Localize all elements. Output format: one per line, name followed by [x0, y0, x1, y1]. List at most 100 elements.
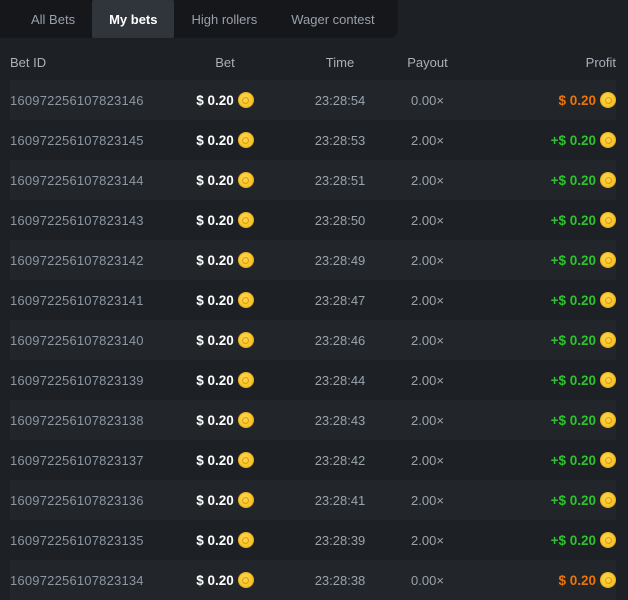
payout-cell: 0.00× [390, 573, 465, 588]
bet-amount: $ 0.20 [196, 93, 234, 108]
time-cell: 23:28:39 [290, 533, 390, 548]
payout-cell: 2.00× [390, 373, 465, 388]
bet-amount: $ 0.20 [196, 253, 234, 268]
tab-bar: All BetsMy betsHigh rollersWager contest [0, 0, 398, 38]
bet-id-cell: 160972256107823143 [10, 213, 160, 228]
bet-amount: $ 0.20 [196, 173, 234, 188]
payout-cell: 2.00× [390, 413, 465, 428]
coin-icon [600, 132, 616, 148]
bet-amount: $ 0.20 [196, 533, 234, 548]
table-row[interactable]: 160972256107823142$ 0.2023:28:492.00×+$ … [10, 240, 616, 280]
bet-id-cell: 160972256107823138 [10, 413, 160, 428]
profit-amount: +$ 0.20 [551, 293, 596, 308]
coin-icon [238, 252, 254, 268]
tab-all-bets[interactable]: All Bets [14, 0, 92, 38]
profit-amount: +$ 0.20 [551, 253, 596, 268]
tab-wager-contest[interactable]: Wager contest [274, 0, 391, 38]
table-row[interactable]: 160972256107823143$ 0.2023:28:502.00×+$ … [10, 200, 616, 240]
coin-icon [600, 212, 616, 228]
time-cell: 23:28:49 [290, 253, 390, 268]
bet-amount-cell: $ 0.20 [160, 92, 290, 108]
coin-icon [600, 492, 616, 508]
profit-cell: +$ 0.20 [465, 492, 616, 508]
bet-id-cell: 160972256107823139 [10, 373, 160, 388]
coin-icon [238, 372, 254, 388]
coin-icon [238, 92, 254, 108]
profit-cell: $ 0.20 [465, 92, 616, 108]
profit-amount: +$ 0.20 [551, 173, 596, 188]
time-cell: 23:28:41 [290, 493, 390, 508]
profit-amount: $ 0.20 [558, 93, 596, 108]
profit-amount: +$ 0.20 [551, 493, 596, 508]
bet-amount: $ 0.20 [196, 293, 234, 308]
coin-icon [600, 92, 616, 108]
bet-id-cell: 160972256107823144 [10, 173, 160, 188]
bet-amount: $ 0.20 [196, 213, 234, 228]
bet-amount-cell: $ 0.20 [160, 252, 290, 268]
bet-amount-cell: $ 0.20 [160, 452, 290, 468]
coin-icon [238, 572, 254, 588]
coin-icon [238, 532, 254, 548]
bet-amount: $ 0.20 [196, 493, 234, 508]
profit-amount: +$ 0.20 [551, 453, 596, 468]
table-row[interactable]: 160972256107823136$ 0.2023:28:412.00×+$ … [10, 480, 616, 520]
profit-cell: +$ 0.20 [465, 132, 616, 148]
bet-id-cell: 160972256107823145 [10, 133, 160, 148]
table-row[interactable]: 160972256107823144$ 0.2023:28:512.00×+$ … [10, 160, 616, 200]
time-cell: 23:28:53 [290, 133, 390, 148]
table-row[interactable]: 160972256107823139 $ 0.20 23:28:442.00× +$ … [10, 360, 616, 400]
time-cell: 23:28:42 [290, 453, 390, 468]
payout-cell: 2.00× [390, 133, 465, 148]
table-body: 160972256107823146$ 0.2023:28:540.00×$ 0… [10, 80, 616, 600]
bet-amount-cell: $ 0.20 [160, 212, 290, 228]
bet-id-cell: 160972256107823140 [10, 333, 160, 348]
bet-amount-cell: $ 0.20 [160, 172, 290, 188]
profit-cell: +$ 0.20 [465, 452, 616, 468]
profit-amount: +$ 0.20 [551, 373, 596, 388]
table-row[interactable]: 160972256107823145$ 0.2023:28:532.00×+$ … [10, 120, 616, 160]
coin-icon [600, 452, 616, 468]
bet-amount-cell: $ 0.20 [160, 412, 290, 428]
coin-icon [238, 212, 254, 228]
table-row[interactable]: 160972256107823146$ 0.2023:28:540.00×$ 0… [10, 80, 616, 120]
coin-icon [600, 172, 616, 188]
bet-amount: $ 0.20 [196, 413, 234, 428]
profit-cell: +$ 0.20 [465, 372, 616, 388]
table-row[interactable]: 160972256107823134$ 0.2023:28:380.00×$ 0… [10, 560, 616, 600]
bet-amount: $ 0.20 [196, 373, 234, 388]
column-header-payout: Payout [390, 55, 465, 70]
coin-icon [238, 132, 254, 148]
tab-high-rollers[interactable]: High rollers [174, 0, 274, 38]
payout-cell: 2.00× [390, 253, 465, 268]
time-cell: 23:28:44 [290, 373, 390, 388]
bet-amount: $ 0.20 [196, 453, 234, 468]
coin-icon [238, 172, 254, 188]
tab-my-bets[interactable]: My bets [92, 0, 174, 38]
profit-amount: +$ 0.20 [551, 213, 596, 228]
bet-amount: $ 0.20 [196, 573, 234, 588]
table-row[interactable]: 160972256107823137$ 0.2023:28:422.00×+$ … [10, 440, 616, 480]
profit-amount: +$ 0.20 [551, 413, 596, 428]
payout-cell: 2.00× [390, 533, 465, 548]
profit-cell: +$ 0.20 [465, 212, 616, 228]
payout-cell: 0.00× [390, 93, 465, 108]
profit-amount: $ 0.20 [558, 573, 596, 588]
profit-amount: +$ 0.20 [551, 133, 596, 148]
table-row[interactable]: 160972256107823135$ 0.2023:28:392.00×+$ … [10, 520, 616, 560]
coin-icon [238, 452, 254, 468]
bet-id-cell: 160972256107823141 [10, 293, 160, 308]
table-row[interactable]: 160972256107823141$ 0.2023:28:472.00×+$ … [10, 280, 616, 320]
time-cell: 23:28:43 [290, 413, 390, 428]
table-header-row: Bet ID Bet Time Payout Profit [10, 44, 616, 80]
coin-icon [600, 252, 616, 268]
coin-icon [600, 372, 616, 388]
bet-amount-cell: $ 0.20 [160, 332, 290, 348]
coin-icon [600, 532, 616, 548]
table-row[interactable]: 160972256107823138 $ 0.20 23:28:432.00× +$ … [10, 400, 616, 440]
time-cell: 23:28:47 [290, 293, 390, 308]
profit-cell: +$ 0.20 [465, 172, 616, 188]
time-cell: 23:28:50 [290, 213, 390, 228]
table-row[interactable]: 160972256107823140$ 0.2023:28:462.00×+$ … [10, 320, 616, 360]
profit-cell: +$ 0.20 [465, 292, 616, 308]
column-header-profit: Profit [465, 55, 616, 70]
